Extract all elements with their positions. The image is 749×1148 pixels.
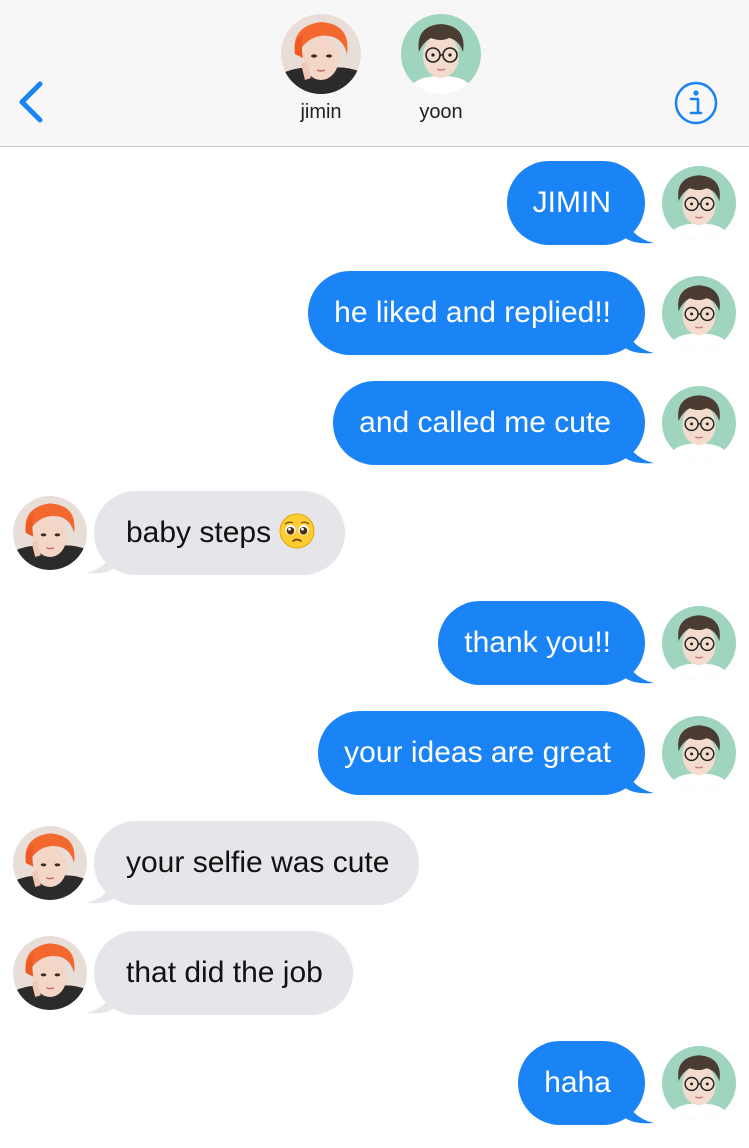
pleading-face-emoji	[279, 513, 315, 549]
message-text: your selfie was cute	[126, 846, 390, 879]
bubble-tail	[624, 431, 654, 464]
bubble-tail	[624, 1091, 654, 1124]
conversation-header: jimin yoon	[0, 0, 749, 147]
message-bubble[interactable]: thank you!!	[438, 601, 645, 685]
contact-yoon[interactable]: yoon	[391, 14, 491, 124]
message-text: that did the job	[126, 956, 323, 989]
message-text: haha	[544, 1066, 611, 1099]
avatar	[13, 496, 87, 570]
avatar	[13, 826, 87, 900]
message-row: and called me cute	[0, 381, 749, 465]
message-text: thank you!!	[464, 626, 611, 659]
message-bubble[interactable]: your ideas are great	[318, 711, 645, 795]
message-bubble[interactable]: your selfie was cute	[94, 821, 420, 905]
message-row: your selfie was cute	[0, 821, 749, 905]
avatar	[281, 14, 361, 94]
avatar	[401, 14, 481, 94]
message-row: haha	[0, 1041, 749, 1125]
message-row: he liked and replied!!	[0, 271, 749, 355]
message-bubble[interactable]: baby steps	[94, 491, 346, 575]
bubble-tail	[624, 761, 654, 794]
message-bubble[interactable]: that did the job	[94, 931, 353, 1015]
avatar	[662, 166, 736, 240]
message-bubble[interactable]: and called me cute	[333, 381, 645, 465]
message-text: JIMIN	[532, 186, 611, 219]
message-text: baby steps	[126, 516, 272, 549]
avatar	[13, 936, 87, 1010]
contact-name: yoon	[419, 101, 463, 123]
message-row: your ideas are great	[0, 711, 749, 795]
info-button[interactable]	[673, 80, 719, 126]
contact-name: jimin	[300, 101, 342, 123]
message-text: your ideas are great	[344, 736, 611, 769]
avatar	[662, 386, 736, 460]
message-row: baby steps	[0, 491, 749, 575]
info-icon	[674, 81, 718, 125]
message-row: JIMIN	[0, 161, 749, 245]
avatar	[662, 276, 736, 350]
avatar	[662, 1046, 736, 1120]
message-row: thank you!!	[0, 601, 749, 685]
avatar	[662, 716, 736, 790]
contact-jimin[interactable]: jimin	[271, 14, 371, 124]
bubble-tail	[624, 651, 654, 684]
back-button[interactable]	[14, 78, 50, 126]
bubble-tail	[624, 321, 654, 354]
message-bubble[interactable]: he liked and replied!!	[308, 271, 645, 355]
message-text: and called me cute	[359, 406, 611, 439]
message-text: he liked and replied!!	[334, 296, 611, 329]
chevron-left-icon	[19, 81, 43, 123]
message-row: that did the job	[0, 931, 749, 1015]
bubble-tail	[624, 211, 654, 244]
avatar	[662, 606, 736, 680]
